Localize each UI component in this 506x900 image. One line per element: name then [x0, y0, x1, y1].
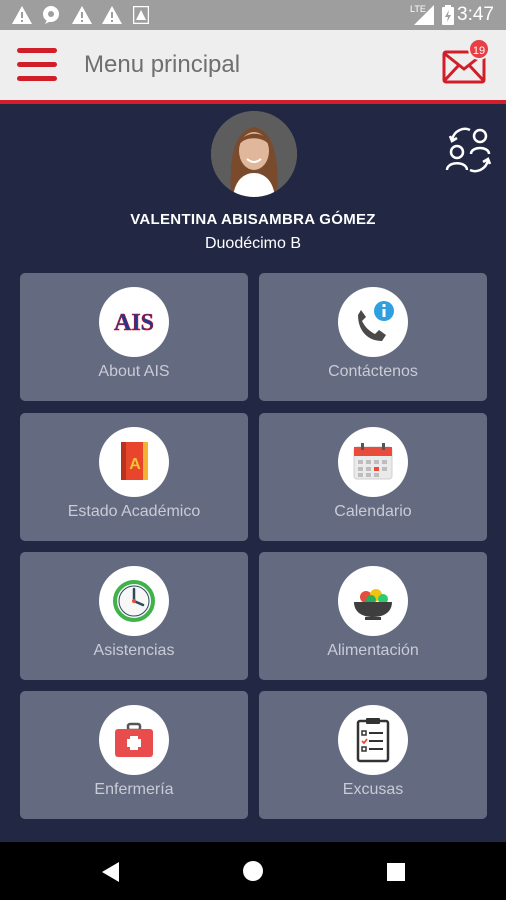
warning-icon — [12, 6, 32, 24]
clipboard-checklist-icon — [356, 718, 390, 763]
warning-icon — [102, 6, 122, 24]
menu-line-icon — [17, 76, 57, 81]
tile-icon-circle — [99, 566, 169, 636]
calendar-icon — [353, 443, 393, 480]
menu-tile-contact[interactable]: Contáctenos — [259, 273, 487, 401]
menu-tile-excuses[interactable]: Excusas — [259, 691, 487, 819]
menu-line-icon — [17, 62, 57, 67]
battery-icon — [442, 5, 454, 25]
tile-label: Alimentación — [327, 642, 419, 659]
tile-icon-circle — [99, 705, 169, 775]
image-icon — [133, 6, 149, 24]
menu-tile-food[interactable]: Alimentación — [259, 552, 487, 680]
tile-label: Asistencias — [93, 642, 175, 659]
tile-icon-circle — [338, 705, 408, 775]
tile-label: Contáctenos — [328, 363, 418, 380]
svg-text:AIS: AIS — [114, 310, 154, 336]
student-photo-icon — [211, 111, 297, 197]
food-bowl-icon — [354, 589, 392, 620]
menu-tile-attendance[interactable]: Asistencias — [20, 552, 248, 680]
tile-label: Estado Académico — [67, 503, 201, 520]
home-icon[interactable] — [242, 860, 264, 882]
ais-logo-icon: AIS — [114, 310, 155, 337]
recents-icon[interactable] — [386, 862, 406, 882]
tile-icon-circle — [338, 427, 408, 497]
page-title: Menu principal — [84, 51, 241, 78]
tile-icon-circle — [338, 566, 408, 636]
app-bar: Menu principal 19 — [0, 30, 506, 100]
switch-user-icon — [445, 127, 492, 173]
chat-sync-icon — [43, 6, 59, 24]
clock-icon — [113, 580, 155, 622]
tile-icon-circle: A — [99, 427, 169, 497]
student-name: VALENTINA ABISAMBRA GÓMEZ — [130, 211, 376, 228]
menu-tile-calendar[interactable]: Calendario — [259, 413, 487, 541]
student-grade: Duodécimo B — [204, 235, 302, 252]
back-icon[interactable] — [101, 861, 121, 883]
tile-label: About AIS — [98, 363, 170, 380]
system-nav-bar — [0, 842, 506, 900]
menu-tile-academic-status[interactable]: A Estado Académico — [20, 413, 248, 541]
network-label: LTE — [410, 4, 426, 14]
tile-label: Excusas — [342, 781, 404, 798]
menu-line-icon — [17, 48, 57, 53]
avatar[interactable] — [211, 111, 297, 197]
phone-info-icon — [358, 301, 394, 341]
tile-label: Enfermería — [94, 781, 174, 798]
profile-section: VALENTINA ABISAMBRA GÓMEZ Duodécimo B — [0, 104, 506, 264]
tile-icon-circle: AIS — [99, 287, 169, 357]
status-time: 3:47 — [457, 4, 494, 25]
menu-tile-nursing[interactable]: Enfermería — [20, 691, 248, 819]
status-bar: LTE 3:47 — [0, 0, 506, 30]
hamburger-menu-button[interactable] — [17, 48, 57, 82]
warning-icon — [72, 6, 92, 24]
tile-label: Calendario — [334, 503, 412, 520]
tile-icon-circle — [338, 287, 408, 357]
switch-user-button[interactable] — [442, 124, 496, 178]
svg-text:A: A — [129, 456, 141, 473]
notification-badge: 19 — [468, 38, 490, 60]
notebook-icon: A — [121, 442, 148, 480]
menu-tile-about[interactable]: AIS About AIS — [20, 273, 248, 401]
first-aid-kit-icon — [115, 722, 153, 757]
